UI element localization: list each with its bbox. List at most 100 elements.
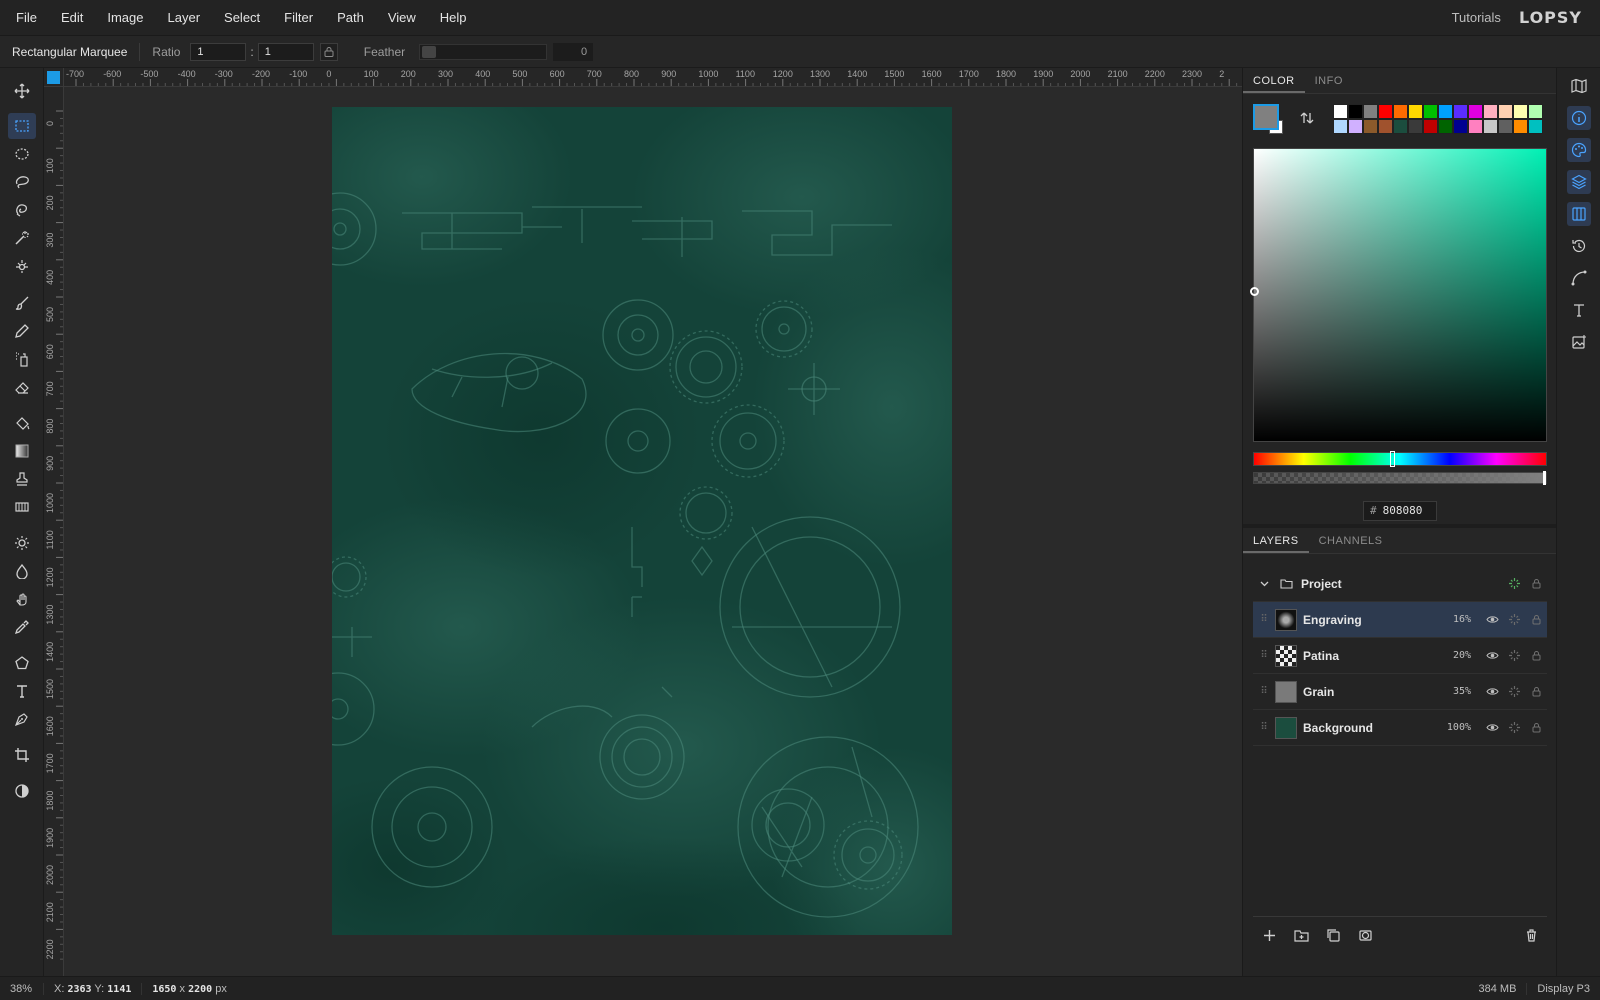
palette-swatch[interactable] xyxy=(1483,104,1498,119)
chevron-down-icon[interactable] xyxy=(1253,577,1275,590)
alpha-slider[interactable] xyxy=(1253,471,1547,485)
palette-swatch[interactable] xyxy=(1498,104,1513,119)
smudge-tool[interactable] xyxy=(8,586,36,612)
drag-handle-icon[interactable]: ⠿ xyxy=(1253,614,1275,625)
elliptical-marquee-tool[interactable] xyxy=(8,141,36,167)
color-panel-button[interactable] xyxy=(1567,138,1591,162)
shape-tool[interactable] xyxy=(8,650,36,676)
paths-panel-button[interactable] xyxy=(1567,266,1591,290)
layer-row-engraving[interactable]: ⠿ Engraving 16% xyxy=(1253,602,1547,638)
tutorials-link[interactable]: Tutorials xyxy=(1452,10,1501,25)
ratio-width-input[interactable] xyxy=(190,42,247,61)
display-profile[interactable]: Display P3 xyxy=(1527,983,1600,995)
lock-icon[interactable] xyxy=(1525,649,1547,662)
palette-swatch[interactable] xyxy=(1348,119,1363,134)
layer-row-patina[interactable]: ⠿ Patina 20% xyxy=(1253,638,1547,674)
layers-panel-button[interactable] xyxy=(1567,170,1591,194)
lasso-tool[interactable] xyxy=(8,169,36,195)
eraser-tool[interactable] xyxy=(8,374,36,400)
alpha-slider-thumb[interactable] xyxy=(1543,471,1546,485)
palette-swatch[interactable] xyxy=(1528,119,1543,134)
layer-mask-button[interactable] xyxy=(1349,922,1381,950)
palette-swatch[interactable] xyxy=(1393,119,1408,134)
palette-swatch[interactable] xyxy=(1393,104,1408,119)
group-fx-icon[interactable] xyxy=(1503,577,1525,590)
lock-icon[interactable] xyxy=(1525,721,1547,734)
tab-color[interactable]: COLOR xyxy=(1243,68,1305,93)
rectangular-marquee-tool[interactable] xyxy=(8,113,36,139)
swap-colors-icon[interactable] xyxy=(1299,110,1315,126)
magic-wand-tool[interactable] xyxy=(8,225,36,251)
palette-swatch[interactable] xyxy=(1498,119,1513,134)
drag-handle-icon[interactable]: ⠿ xyxy=(1253,722,1275,733)
palette-swatch[interactable] xyxy=(1363,104,1378,119)
history-panel-button[interactable] xyxy=(1567,234,1591,258)
hue-slider-thumb[interactable] xyxy=(1390,451,1395,467)
image-panel-button[interactable] xyxy=(1567,330,1591,354)
palette-swatch[interactable] xyxy=(1348,104,1363,119)
paint-bucket-tool[interactable] xyxy=(8,410,36,436)
tab-info[interactable]: INFO xyxy=(1305,68,1353,93)
palette-swatch[interactable] xyxy=(1513,119,1528,134)
feather-slider-thumb[interactable] xyxy=(422,45,437,58)
dodge-tool[interactable] xyxy=(8,530,36,556)
menu-file[interactable]: File xyxy=(0,10,49,25)
menu-layer[interactable]: Layer xyxy=(156,10,213,25)
feather-value[interactable]: 0 xyxy=(553,42,594,61)
menu-path[interactable]: Path xyxy=(325,10,376,25)
palette-swatch[interactable] xyxy=(1438,119,1453,134)
vertical-ruler[interactable]: 0 100 200 300 400 500 600 700 800 900 1000 1100 1200… xyxy=(44,87,64,976)
blur-tool[interactable] xyxy=(8,558,36,584)
character-panel-button[interactable] xyxy=(1567,298,1591,322)
quick-mask-tool[interactable] xyxy=(8,778,36,804)
crop-tool[interactable] xyxy=(8,742,36,768)
palette-swatch[interactable] xyxy=(1378,104,1393,119)
ruler-corner[interactable] xyxy=(44,68,64,87)
gradient-tool[interactable] xyxy=(8,438,36,464)
palette-swatch[interactable] xyxy=(1438,104,1453,119)
palette-swatch[interactable] xyxy=(1468,119,1483,134)
info-panel-button[interactable] xyxy=(1567,106,1591,130)
drag-handle-icon[interactable]: ⠿ xyxy=(1253,686,1275,697)
layer-row-background[interactable]: ⠿ Background 100% xyxy=(1253,710,1547,746)
lock-icon[interactable] xyxy=(1525,613,1547,626)
text-tool[interactable] xyxy=(8,678,36,704)
fx-icon[interactable] xyxy=(1503,613,1525,626)
pattern-stamp-tool[interactable] xyxy=(8,494,36,520)
menu-select[interactable]: Select xyxy=(212,10,272,25)
drag-handle-icon[interactable]: ⠿ xyxy=(1253,650,1275,661)
menu-filter[interactable]: Filter xyxy=(272,10,325,25)
menu-image[interactable]: Image xyxy=(95,10,155,25)
pen-tool[interactable] xyxy=(8,706,36,732)
brush-tool[interactable] xyxy=(8,290,36,316)
lock-icon[interactable] xyxy=(1525,685,1547,698)
menu-view[interactable]: View xyxy=(376,10,428,25)
move-tool[interactable] xyxy=(8,78,36,104)
layer-row-grain[interactable]: ⠿ Grain 35% xyxy=(1253,674,1547,710)
navigator-panel-button[interactable] xyxy=(1567,74,1591,98)
palette-swatch[interactable] xyxy=(1423,119,1438,134)
palette-swatch[interactable] xyxy=(1408,104,1423,119)
group-lock-icon[interactable] xyxy=(1525,577,1547,590)
hex-color-input[interactable]: #808080 xyxy=(1363,501,1437,521)
duplicate-layer-button[interactable] xyxy=(1317,922,1349,950)
tab-layers[interactable]: LAYERS xyxy=(1243,528,1309,553)
foreground-color-swatch[interactable] xyxy=(1253,104,1279,130)
menu-edit[interactable]: Edit xyxy=(49,10,95,25)
fx-icon[interactable] xyxy=(1503,721,1525,734)
fx-icon[interactable] xyxy=(1503,649,1525,662)
eyedropper-tool[interactable] xyxy=(8,614,36,640)
palette-swatch[interactable] xyxy=(1423,104,1438,119)
ratio-lock-button[interactable] xyxy=(319,42,338,61)
add-layer-button[interactable] xyxy=(1253,922,1285,950)
visibility-eye-icon[interactable] xyxy=(1481,649,1503,662)
palette-swatch[interactable] xyxy=(1483,119,1498,134)
visibility-eye-icon[interactable] xyxy=(1481,685,1503,698)
clone-stamp-tool[interactable] xyxy=(8,466,36,492)
quick-selection-tool[interactable] xyxy=(8,253,36,279)
ratio-height-input[interactable] xyxy=(257,42,314,61)
menu-help[interactable]: Help xyxy=(428,10,479,25)
palette-swatch[interactable] xyxy=(1528,104,1543,119)
palette-swatch[interactable] xyxy=(1333,104,1348,119)
fx-icon[interactable] xyxy=(1503,685,1525,698)
